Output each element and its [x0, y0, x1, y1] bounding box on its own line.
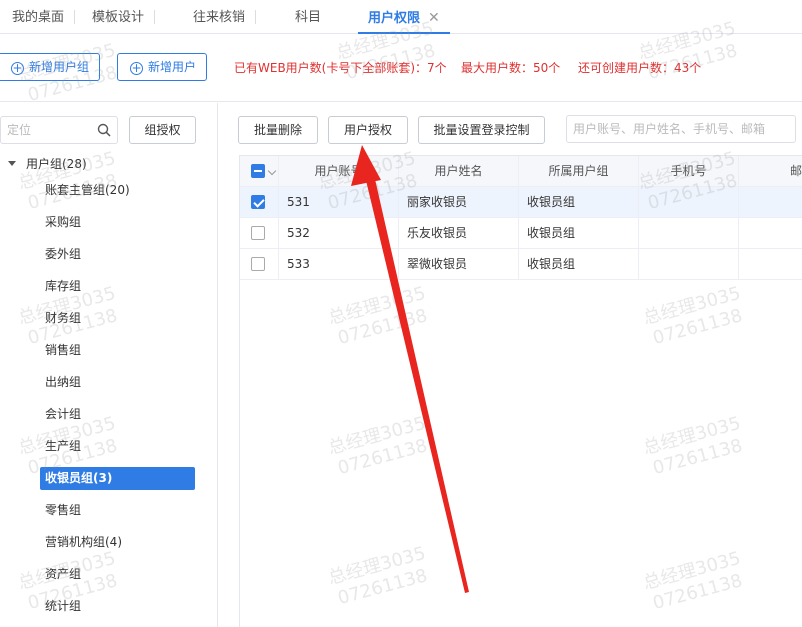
- column-header-email[interactable]: 邮: [739, 156, 802, 186]
- user-table: 用户账号 用户姓名 所属用户组 手机号 邮 531 丽家收银员 收银员组 532…: [239, 155, 802, 280]
- cell-account: 531: [279, 187, 399, 217]
- cell-account: 533: [279, 249, 399, 279]
- table-left-border: [239, 155, 240, 627]
- locate-search[interactable]: [0, 116, 118, 144]
- tree-item[interactable]: 资产组: [40, 563, 195, 586]
- group-auth-button[interactable]: 组授权: [129, 116, 196, 144]
- cell-phone: [639, 187, 739, 217]
- table-row[interactable]: 531 丽家收银员 收银员组: [239, 187, 802, 218]
- user-list-panel: 批量删除 用户授权 批量设置登录控制 用户账号 用户姓名 所属用户组 手机号 邮…: [219, 103, 802, 627]
- tab-user-permissions[interactable]: 用户权限 ✕: [358, 0, 450, 34]
- column-header-name[interactable]: 用户姓名: [399, 156, 519, 186]
- column-header-group[interactable]: 所属用户组: [519, 156, 639, 186]
- cell-name: 翠微收银员: [399, 249, 519, 279]
- tree-item[interactable]: 会计组: [40, 403, 195, 426]
- column-header-account[interactable]: 用户账号: [279, 156, 399, 186]
- stat-max-users: 最大用户数：50个: [461, 61, 561, 75]
- tree-item[interactable]: 零售组: [40, 499, 195, 522]
- cell-email: [739, 187, 802, 217]
- table-row[interactable]: 532 乐友收银员 收银员组: [239, 218, 802, 249]
- tree-item[interactable]: 库存组: [40, 275, 195, 298]
- user-auth-button[interactable]: 用户授权: [328, 116, 408, 144]
- table-row[interactable]: 533 翠微收银员 收银员组: [239, 249, 802, 280]
- table-header: 用户账号 用户姓名 所属用户组 手机号 邮: [239, 156, 802, 187]
- tab-subjects[interactable]: 科目: [285, 0, 331, 34]
- toolbar: + 新增用户组 + 新增用户 已有WEB用户数(卡号下全部账套)：7个 最大用户数：…: [0, 34, 802, 102]
- tree-item[interactable]: 生产组: [40, 435, 195, 458]
- batch-delete-button[interactable]: 批量删除: [238, 116, 318, 144]
- select-all-checkbox[interactable]: [251, 164, 265, 178]
- tree-item-selected[interactable]: 收银员组(3): [40, 467, 195, 490]
- tree-item[interactable]: 销售组: [40, 339, 195, 362]
- cell-group: 收银员组: [519, 249, 639, 279]
- plus-circle-icon: +: [130, 61, 143, 75]
- cell-phone: [639, 218, 739, 248]
- tab-bar: 我的桌面 模板设计 往来核销 科目 用户权限 ✕: [0, 0, 802, 34]
- cell-email: [739, 218, 802, 248]
- user-filter-search[interactable]: [566, 115, 796, 143]
- row-select-cell: [239, 187, 279, 217]
- tree-item[interactable]: 统计组: [40, 595, 195, 618]
- cell-group: 收银员组: [519, 187, 639, 217]
- plus-circle-icon: +: [11, 61, 24, 75]
- tree-item[interactable]: 委外组: [40, 243, 195, 266]
- locate-input[interactable]: [7, 117, 97, 143]
- cell-name: 丽家收银员: [399, 187, 519, 217]
- tree-item[interactable]: 出纳组: [40, 371, 195, 394]
- stat-remaining-users: 还可创建用户数：43个: [578, 61, 702, 75]
- add-user-group-button[interactable]: + 新增用户组: [0, 53, 101, 81]
- batch-login-control-button[interactable]: 批量设置登录控制: [418, 116, 545, 144]
- row-select-cell: [239, 218, 279, 248]
- stat-web-users: 已有WEB用户数(卡号下全部账套)：7个: [234, 61, 447, 75]
- row-select-cell: [239, 249, 279, 279]
- cell-email: [739, 249, 802, 279]
- tab-my-desktop[interactable]: 我的桌面: [2, 0, 76, 34]
- tab-reconciliation[interactable]: 往来核销: [183, 0, 257, 34]
- cell-name: 乐友收银员: [399, 218, 519, 248]
- tab-template-design[interactable]: 模板设计: [82, 0, 156, 34]
- cell-account: 532: [279, 218, 399, 248]
- search-icon[interactable]: [97, 123, 111, 137]
- tree-item[interactable]: 营销机构组(4): [40, 531, 195, 554]
- tree-item[interactable]: 账套主管组(20): [40, 179, 195, 202]
- close-icon[interactable]: ✕: [428, 10, 440, 26]
- tree-root-user-groups[interactable]: 用户组(28): [8, 155, 87, 172]
- group-tree-panel: 组授权 用户组(28) 账套主管组(20) 采购组 委外组 库存组 财务组 销售…: [0, 103, 218, 627]
- tree-item[interactable]: 财务组: [40, 307, 195, 330]
- tree-item[interactable]: 采购组: [40, 211, 195, 234]
- add-user-button[interactable]: + 新增用户: [117, 53, 208, 81]
- column-header-phone[interactable]: 手机号: [639, 156, 739, 186]
- caret-down-icon[interactable]: [8, 161, 16, 166]
- row-checkbox[interactable]: [251, 257, 265, 271]
- user-filter-input[interactable]: [573, 116, 773, 142]
- cell-phone: [639, 249, 739, 279]
- row-checkbox[interactable]: [251, 226, 265, 240]
- cell-group: 收银员组: [519, 218, 639, 248]
- header-select-cell: [239, 156, 279, 186]
- chevron-down-icon[interactable]: [267, 166, 277, 176]
- row-checkbox[interactable]: [251, 195, 265, 209]
